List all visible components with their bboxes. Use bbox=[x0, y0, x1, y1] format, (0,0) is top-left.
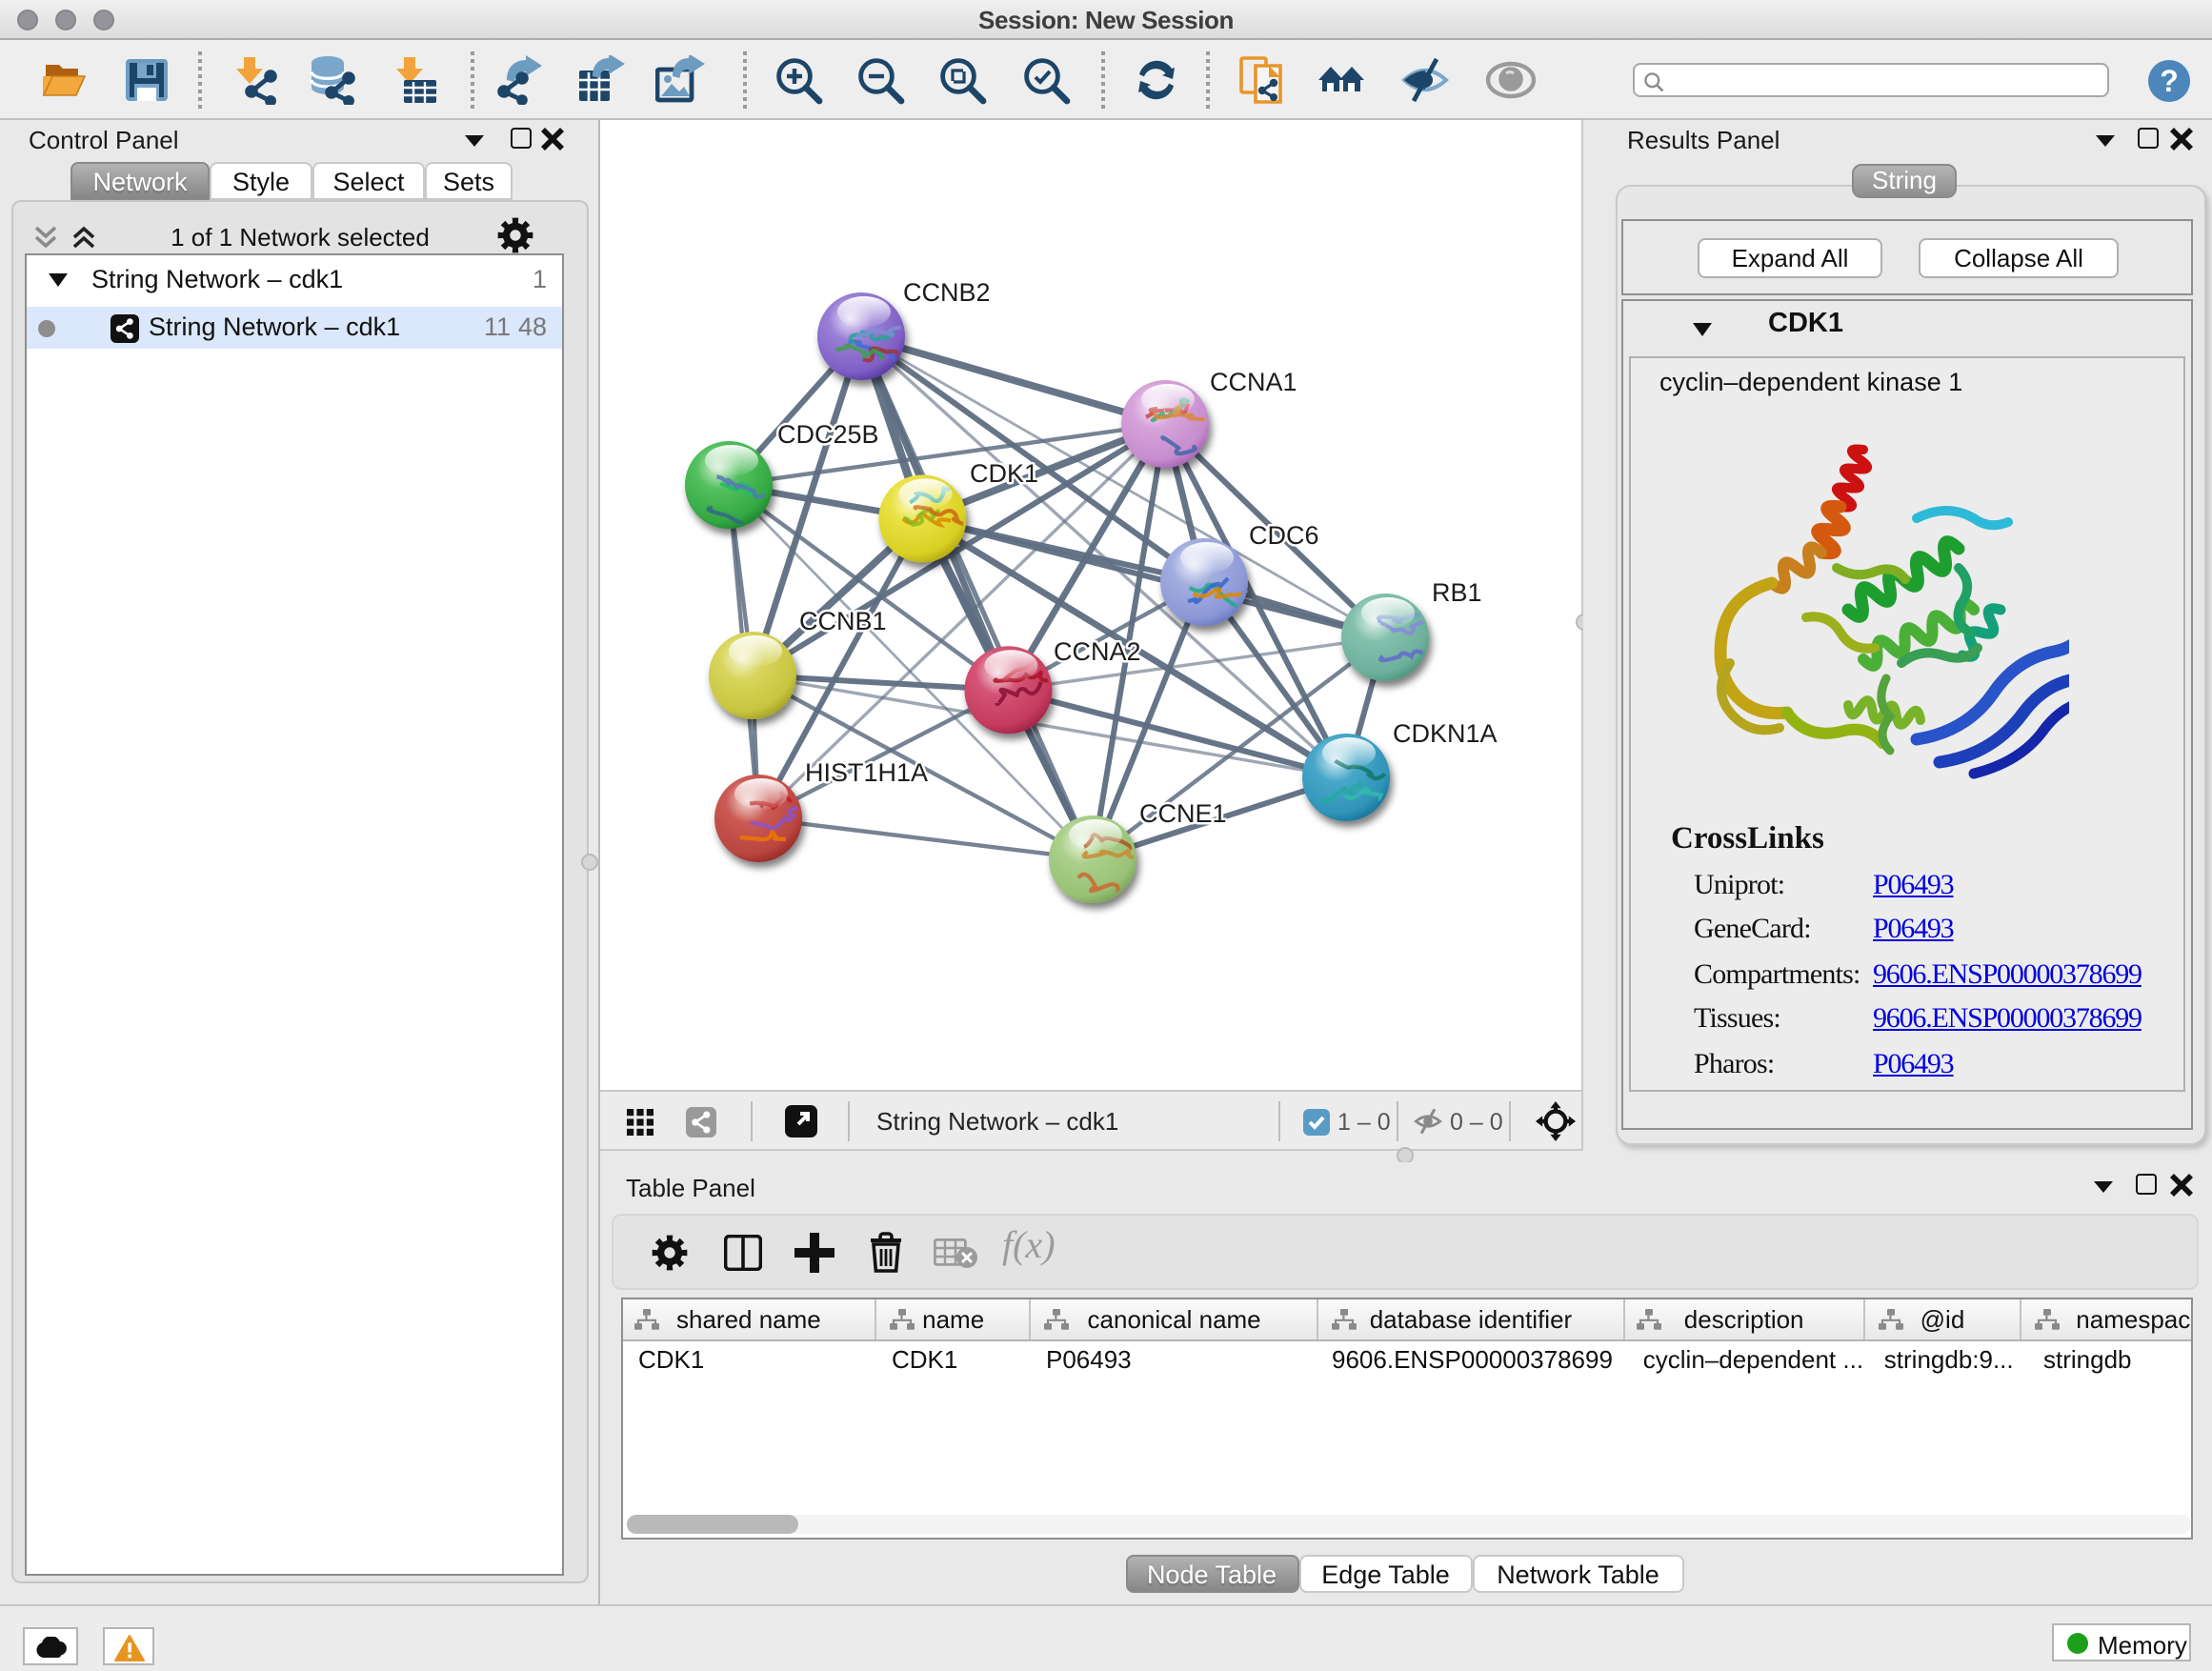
svg-text:?: ? bbox=[2160, 64, 2179, 98]
svg-text:CCNE1: CCNE1 bbox=[1139, 799, 1227, 828]
svg-text:RB1: RB1 bbox=[1432, 578, 1482, 607]
svg-text:CCNA1: CCNA1 bbox=[1210, 368, 1297, 396]
svg-text:CCNA2: CCNA2 bbox=[1054, 637, 1141, 666]
svg-text:CDC6: CDC6 bbox=[1249, 521, 1319, 550]
svg-text:CDK1: CDK1 bbox=[970, 459, 1038, 488]
svg-text:HIST1H1A: HIST1H1A bbox=[805, 758, 928, 787]
svg-text:CDC25B: CDC25B bbox=[777, 420, 879, 449]
svg-text:CCNB2: CCNB2 bbox=[903, 278, 991, 307]
svg-text:CCNB1: CCNB1 bbox=[799, 607, 887, 635]
svg-text:CDKN1A: CDKN1A bbox=[1393, 719, 1498, 748]
